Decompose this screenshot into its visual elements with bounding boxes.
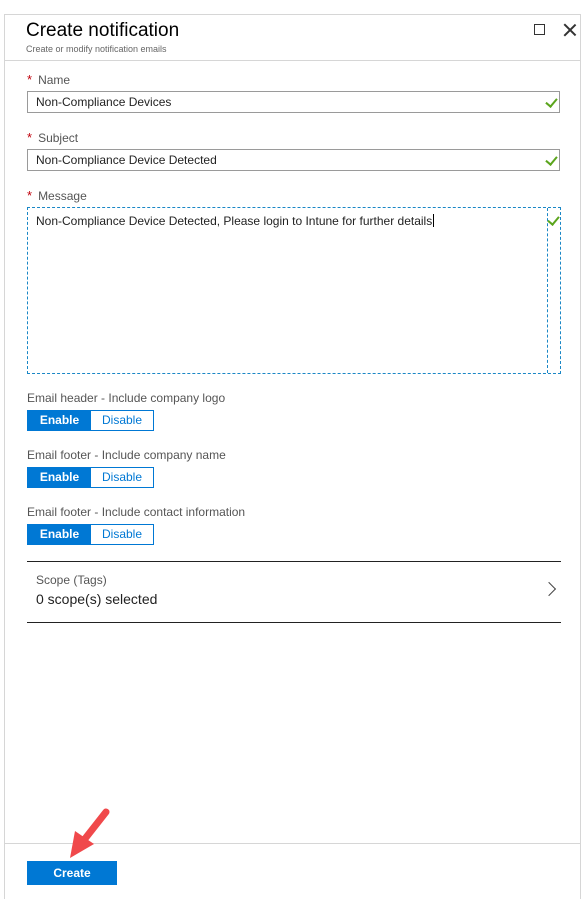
email-footer-name-toggle[interactable]: Enable Disable [27,467,154,488]
checkmark-icon [547,213,560,226]
page-subtitle: Create or modify notification emails [26,44,167,54]
enable-option[interactable]: Enable [28,468,91,487]
message-textarea-value: Non-Compliance Device Detected, Please l… [36,214,433,228]
chevron-right-icon [541,581,557,597]
disable-option[interactable]: Disable [91,411,153,430]
required-marker: * [27,188,33,203]
email-header-logo-toggle[interactable]: Enable Disable [27,410,154,431]
checkmark-icon [545,153,558,166]
page-title: Create notification [26,20,180,41]
maximize-icon[interactable] [534,24,545,35]
disable-option[interactable]: Disable [91,468,153,487]
enable-option[interactable]: Enable [28,525,91,544]
message-textarea[interactable]: Non-Compliance Device Detected, Please l… [27,207,561,374]
name-label: * Name [27,72,70,87]
subject-field[interactable]: Non-Compliance Device Detected [27,149,560,171]
required-marker: * [27,72,33,87]
enable-option[interactable]: Enable [28,411,91,430]
email-footer-contact-toggle[interactable]: Enable Disable [27,524,154,545]
close-icon[interactable] [562,22,578,38]
blade-header: Create notification Create or modify not… [5,15,580,61]
red-arrow-annotation [70,808,110,858]
email-footer-contact-label: Email footer - Include contact informati… [27,505,246,519]
scope-tags-row[interactable]: Scope (Tags) 0 scope(s) selected [27,561,561,623]
subject-field-value: Non-Compliance Device Detected [36,153,217,167]
textarea-scrollbar-divider [547,208,548,373]
email-footer-name-label: Email footer - Include company name [27,448,226,462]
email-header-logo-label: Email header - Include company logo [27,391,226,405]
create-notification-blade: Create notification Create or modify not… [4,14,581,899]
name-field[interactable]: Non-Compliance Devices [27,91,560,113]
scope-value: 0 scope(s) selected [36,591,158,607]
name-label-text: Name [38,73,71,87]
disable-option[interactable]: Disable [91,525,153,544]
page-background [0,0,585,14]
required-marker: * [27,130,33,145]
subject-label-text: Subject [38,131,79,145]
message-label: * Message [27,188,87,203]
text-cursor [433,214,435,227]
name-field-value: Non-Compliance Devices [36,95,172,109]
checkmark-icon [545,95,558,108]
message-label-text: Message [38,189,87,203]
scope-label: Scope (Tags) [36,573,107,587]
subject-label: * Subject [27,130,78,145]
